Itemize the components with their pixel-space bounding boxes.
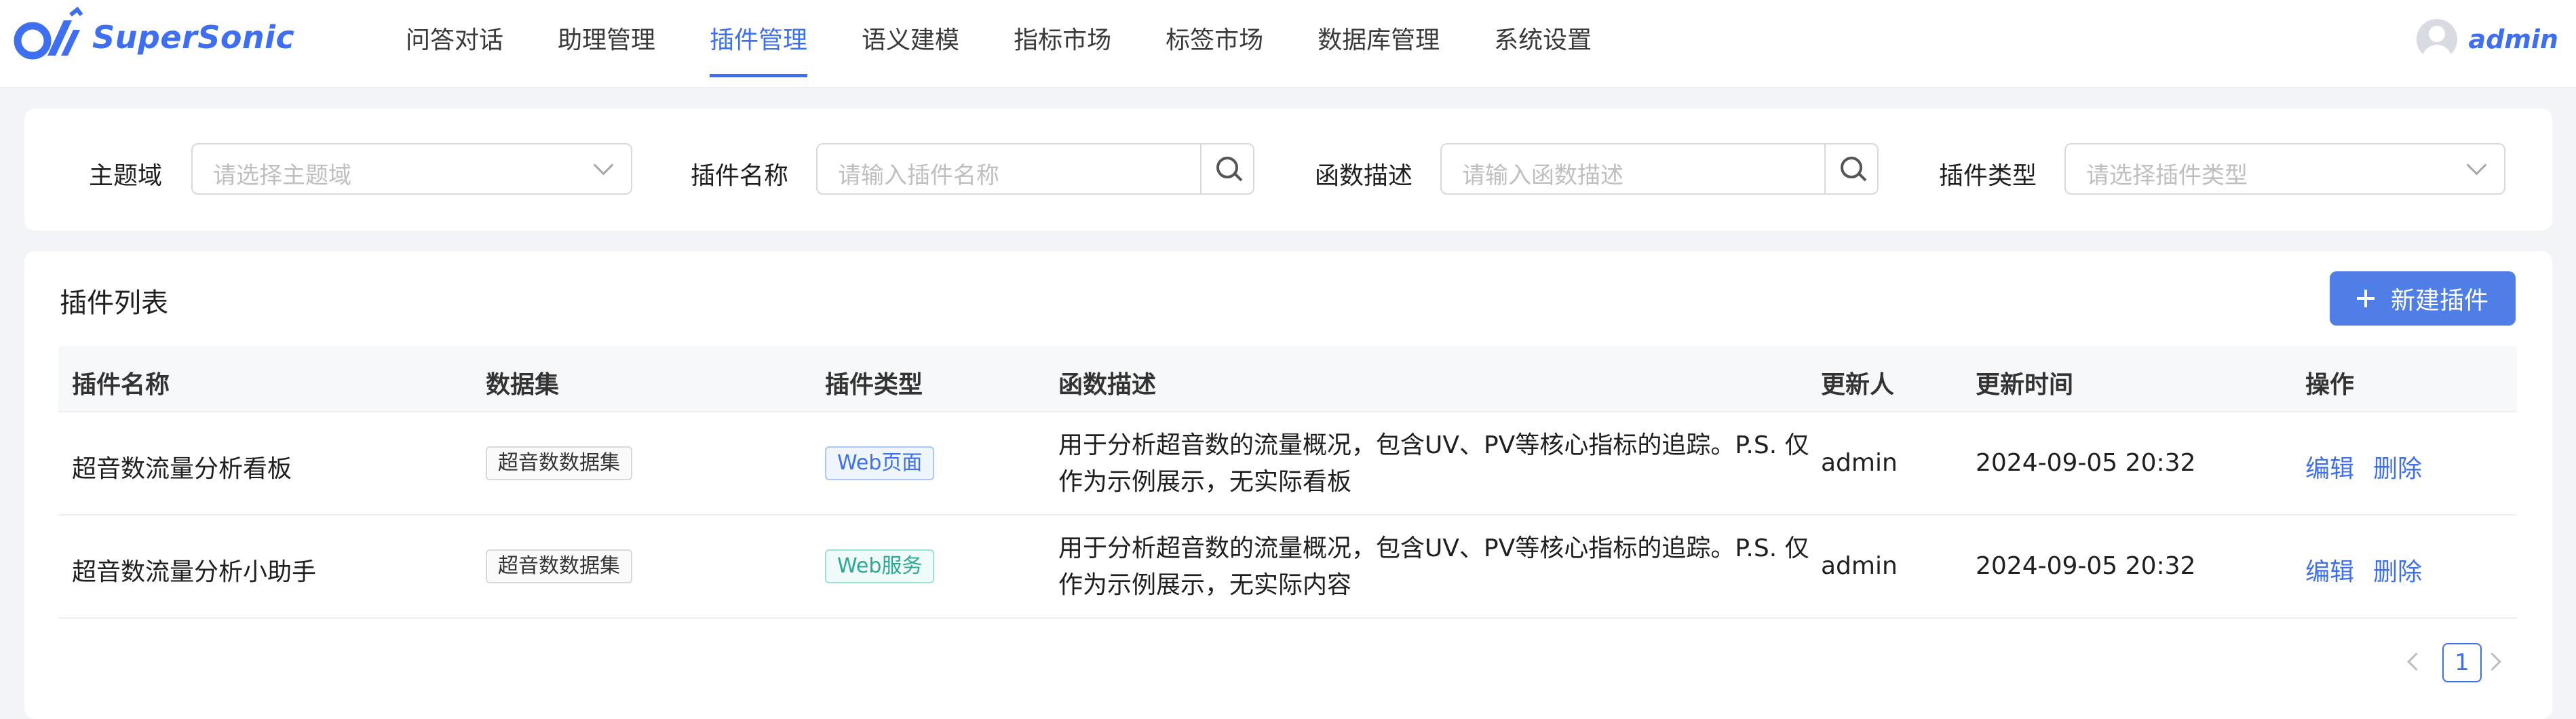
- delete-link[interactable]: 删除: [2373, 552, 2422, 587]
- column-header-name[interactable]: 插件名称: [72, 365, 170, 400]
- plugin-type-placeholder: 请选择插件类型: [2086, 162, 2248, 189]
- avatar-icon[interactable]: [2417, 19, 2458, 60]
- domain-select[interactable]: 请选择主题域: [191, 143, 632, 195]
- user-menu[interactable]: admin: [2417, 19, 2558, 60]
- plugin-name-cell: 超音数流量分析看板: [72, 455, 292, 483]
- table-row: 超音数流量分析看板 超音数数据集 Web页面 用于分析超音数的流量概况，包含UV…: [58, 412, 2517, 516]
- description-cell: 用于分析超音数的流量概况，包含UV、PV等核心指标的追踪。P.S. 仅 作为示例…: [1058, 530, 1809, 604]
- domain-placeholder: 请选择主题域: [213, 162, 351, 189]
- filter-panel: 主题域 请选择主题域 插件名称 请输入插件名称 函数描述 请输入函数描述 插件类…: [24, 109, 2552, 231]
- func-desc-search-button[interactable]: [1824, 144, 1877, 193]
- nav-item-settings[interactable]: 系统设置: [1494, 0, 1592, 87]
- plugin-type-select[interactable]: 请选择插件类型: [2064, 143, 2505, 195]
- description-line: 作为示例展示，无实际内容: [1058, 571, 1352, 599]
- column-header-updated-at[interactable]: 更新时间: [1976, 365, 2073, 400]
- description-line: 作为示例展示，无实际看板: [1058, 468, 1352, 496]
- plugin-type-tag: Web页面: [825, 446, 935, 480]
- table-header: 插件名称 数据集 插件类型 函数描述 更新人 更新时间 操作: [58, 346, 2517, 412]
- column-header-updater[interactable]: 更新人: [1821, 365, 1894, 400]
- nav-item-tag-market[interactable]: 标签市场: [1166, 0, 1263, 87]
- column-header-description[interactable]: 函数描述: [1058, 365, 1156, 400]
- supersonic-logo-icon[interactable]: [9, 5, 85, 66]
- pagination-page[interactable]: 1: [2442, 643, 2482, 682]
- nav-item-metric-market[interactable]: 指标市场: [1014, 0, 1111, 87]
- updated-at-cell: 2024-09-05 20:32: [1976, 449, 2196, 477]
- column-header-type[interactable]: 插件类型: [825, 365, 923, 400]
- column-header-dataset[interactable]: 数据集: [486, 365, 559, 400]
- description-line: 用于分析超音数的流量概况，包含UV、PV等核心指标的追踪。P.S. 仅: [1058, 535, 1809, 562]
- plus-icon: [2356, 290, 2375, 307]
- func-desc-placeholder: 请输入函数描述: [1462, 162, 1623, 189]
- func-desc-search[interactable]: 请输入函数描述: [1440, 143, 1879, 195]
- delete-link[interactable]: 删除: [2373, 449, 2422, 484]
- plugin-name-search-button[interactable]: [1200, 144, 1253, 193]
- plugin-name-cell: 超音数流量分析小助手: [72, 558, 317, 586]
- username[interactable]: admin: [2468, 24, 2558, 54]
- plugin-type-tag: Web服务: [825, 549, 935, 583]
- table-row: 超音数流量分析小助手 超音数数据集 Web服务 用于分析超音数的流量概况，包含U…: [58, 516, 2517, 619]
- plugin-type-label: 插件类型: [1939, 162, 2037, 190]
- new-plugin-label: 新建插件: [2390, 287, 2488, 315]
- plugin-list-title: 插件列表: [60, 288, 168, 319]
- nav-item-semantic-model[interactable]: 语义建模: [862, 0, 959, 87]
- domain-label: 主题域: [89, 162, 163, 190]
- new-plugin-button[interactable]: 新建插件: [2330, 271, 2516, 326]
- edit-link[interactable]: 编辑: [2305, 552, 2354, 587]
- top-header: SuperSonic 问答对话 助理管理 插件管理 语义建模 指标市场 标签市场…: [0, 0, 2576, 88]
- description-cell: 用于分析超音数的流量概况，包含UV、PV等核心指标的追踪。P.S. 仅 作为示例…: [1058, 427, 1809, 501]
- nav-item-assistant[interactable]: 助理管理: [558, 0, 655, 87]
- updater-cell: admin: [1821, 552, 1898, 580]
- dataset-tag: 超音数数据集: [486, 549, 632, 583]
- edit-link[interactable]: 编辑: [2305, 449, 2354, 484]
- pagination-next-icon[interactable]: [2483, 653, 2501, 671]
- nav-item-database[interactable]: 数据库管理: [1318, 0, 1440, 87]
- updater-cell: admin: [1821, 449, 1898, 477]
- dataset-tag: 超音数数据集: [486, 446, 632, 480]
- chevron-down-icon: [2466, 155, 2487, 176]
- nav-item-chat[interactable]: 问答对话: [406, 0, 503, 87]
- description-line: 用于分析超音数的流量概况，包含UV、PV等核心指标的追踪。P.S. 仅: [1058, 431, 1809, 459]
- main-nav: 问答对话 助理管理 插件管理 语义建模 指标市场 标签市场 数据库管理 系统设置: [406, 0, 1646, 87]
- pagination-prev-icon[interactable]: [2407, 653, 2425, 671]
- updated-at-cell: 2024-09-05 20:32: [1976, 552, 2196, 580]
- nav-item-plugin[interactable]: 插件管理: [710, 0, 808, 87]
- plugin-name-placeholder: 请输入插件名称: [838, 162, 999, 189]
- brand-name[interactable]: SuperSonic: [92, 19, 294, 56]
- plugin-name-search[interactable]: 请输入插件名称: [816, 143, 1254, 195]
- plugin-list-panel: 插件列表 新建插件 插件名称 数据集 插件类型 函数描述 更新人 更新时间 操作…: [24, 251, 2552, 719]
- chevron-down-icon: [593, 155, 614, 176]
- func-desc-label: 函数描述: [1315, 162, 1413, 190]
- plugin-name-label: 插件名称: [691, 162, 789, 190]
- column-header-actions: 操作: [2305, 371, 2355, 399]
